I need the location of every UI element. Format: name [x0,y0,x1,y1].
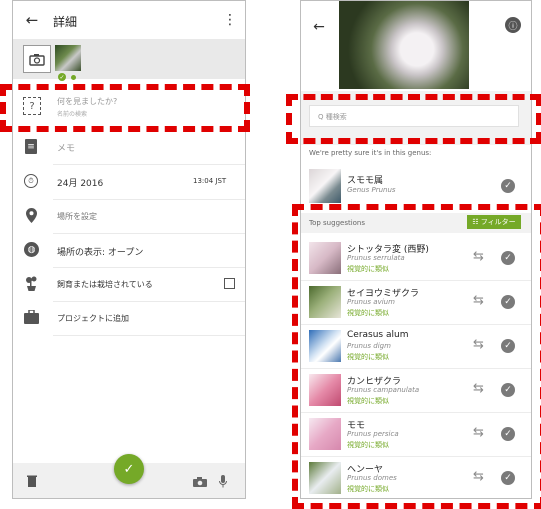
notes-row[interactable]: ≡ メモ [13,133,245,161]
id-prompt-sub: 名前の検索 [57,111,88,118]
clipboard-icon: ≡ [25,139,37,154]
compare-swap-icon[interactable]: ⇆ [473,381,484,396]
species-search-icon[interactable]: ? [23,97,41,115]
info-circle-icon[interactable]: ⓘ [505,17,521,33]
select-check-icon[interactable]: ✓ [501,179,515,193]
divider [53,164,245,165]
suggestion-thumb [309,330,341,362]
page-title: 詳細 [53,15,78,29]
overflow-menu-icon[interactable]: ⋮ [223,11,237,29]
visually-similar-tag: 視覚的に類似 [347,485,389,493]
map-pin-icon [26,208,37,223]
id-prompt-label[interactable]: 何を見ましたか? [57,96,117,107]
compare-swap-icon[interactable]: ⇆ [473,469,484,484]
select-check-icon[interactable]: ✓ [501,383,515,397]
geoprivacy-label: 場所の表示: オープン [57,248,144,258]
suggestion-row[interactable]: Cerasus alum Prunus digm 視覚的に類似 ⇆ ✓ [301,325,531,369]
genus-row[interactable]: スモモ属 Genus Prunus ✓ [301,165,531,207]
date-row[interactable]: ⏱ 24月 2016 13:04 JST [13,169,245,197]
clock-icon: ⏱ [24,174,38,188]
filter-button[interactable]: ☷ フィルター [467,215,521,229]
observation-detail-screen: ← 詳細 ⋮ ✓ ? 何を見ましたか? 名前の検索 ≡ メモ ⏱ 24月 201… [12,0,246,499]
compare-swap-icon[interactable]: ⇆ [473,249,484,264]
camera-icon[interactable] [193,477,207,487]
filter-label: フィルター [480,218,516,226]
select-check-icon[interactable]: ✓ [501,427,515,441]
observation-photo-thumb[interactable] [55,45,81,71]
header-photo [339,1,469,89]
visually-similar-tag: 視覚的に類似 [347,397,389,405]
date-label: 24月 2016 [57,179,104,189]
time-value: 13:04 JST [193,177,227,185]
filter-icon: ☷ [472,218,479,226]
suggestion-sci-name: Prunus digm [347,342,391,350]
location-row[interactable]: 場所を設定 [13,203,245,231]
divider [53,233,245,234]
genus-intro-label: We're pretty sure it's in this genus: [309,149,432,157]
suggestion-sci-name: Prunus domes [347,474,397,482]
species-search-input[interactable]: Q 種検索 [309,105,519,127]
potted-plant-icon [26,276,37,291]
suggestion-row[interactable]: カンヒザクラ Prunus campanulata 視覚的に類似 ⇆ ✓ [301,369,531,413]
suggestion-sci-name: Prunus serrulata [347,254,405,262]
select-check-icon[interactable]: ✓ [501,295,515,309]
notes-label: メモ [57,144,76,154]
suggestion-sci-name: Prunus campanulata [347,386,420,394]
visually-similar-tag: 視覚的に類似 [347,353,389,361]
genus-name: スモモ属 [347,176,384,186]
project-label: プロジェクトに追加 [57,314,129,323]
suggestion-thumb [309,286,341,318]
select-check-icon[interactable]: ✓ [501,251,515,265]
suggestion-row[interactable]: セイヨウミザクラ Prunus avium 視覚的に類似 ⇆ ✓ [301,281,531,325]
project-row[interactable]: プロジェクトに追加 [13,305,245,333]
back-arrow-icon[interactable]: ← [23,11,41,29]
suggestion-sci-name: Prunus avium [347,298,395,306]
suggestion-row[interactable]: ヘンーヤ Prunus domes 視覚的に類似 ⇆ ✓ [301,457,531,498]
divider [53,267,245,268]
top-suggestions-label: Top suggestions [309,219,366,227]
back-arrow-icon[interactable]: ← [311,19,327,35]
suggestion-row[interactable]: シトッタラ変 (西野) Prunus serrulata 視覚的に類似 ⇆ ✓ [301,237,531,281]
delete-trash-icon[interactable] [27,475,37,487]
genus-sci-name: Genus Prunus [347,186,396,194]
suggestion-thumb [309,462,341,494]
captive-checkbox[interactable] [224,278,235,289]
suggestion-thumb [309,418,341,450]
microphone-icon[interactable] [219,475,227,488]
visually-similar-tag: 視覚的に類似 [347,441,389,449]
select-check-icon[interactable]: ✓ [501,471,515,485]
suggestion-sci-name: Prunus persica [347,430,399,438]
suggestion-thumb [309,374,341,406]
globe-icon: ◍ [24,242,39,257]
select-check-icon[interactable]: ✓ [501,339,515,353]
suggestion-name: Cerasus alum [347,330,409,340]
camera-plus-icon [29,54,45,66]
photo-selected-dot [71,75,76,80]
photo-selected-check-icon: ✓ [58,73,66,81]
location-label: 場所を設定 [57,212,97,221]
suggestion-row[interactable]: モモ Prunus persica 視覚的に類似 ⇆ ✓ [301,413,531,457]
save-fab-button[interactable]: ✓ [114,454,144,484]
divider [53,199,245,200]
captive-row[interactable]: 飼育または栽培されている [13,271,245,299]
compare-swap-icon[interactable]: ⇆ [473,293,484,308]
briefcase-icon [24,310,39,324]
captive-label: 飼育または栽培されている [57,280,153,289]
divider [53,301,245,302]
visually-similar-tag: 視覚的に類似 [347,265,389,273]
geoprivacy-row[interactable]: ◍ 場所の表示: オープン [13,237,245,265]
visually-similar-tag: 視覚的に類似 [347,309,389,317]
compare-swap-icon[interactable]: ⇆ [473,337,484,352]
genus-thumb [309,169,341,203]
add-photo-button[interactable] [23,45,51,73]
compare-swap-icon[interactable]: ⇆ [473,425,484,440]
suggestion-thumb [309,242,341,274]
species-suggestion-screen: ← ⓘ Q 種検索 We're pretty sure it's in this… [300,0,532,499]
divider [53,335,245,336]
